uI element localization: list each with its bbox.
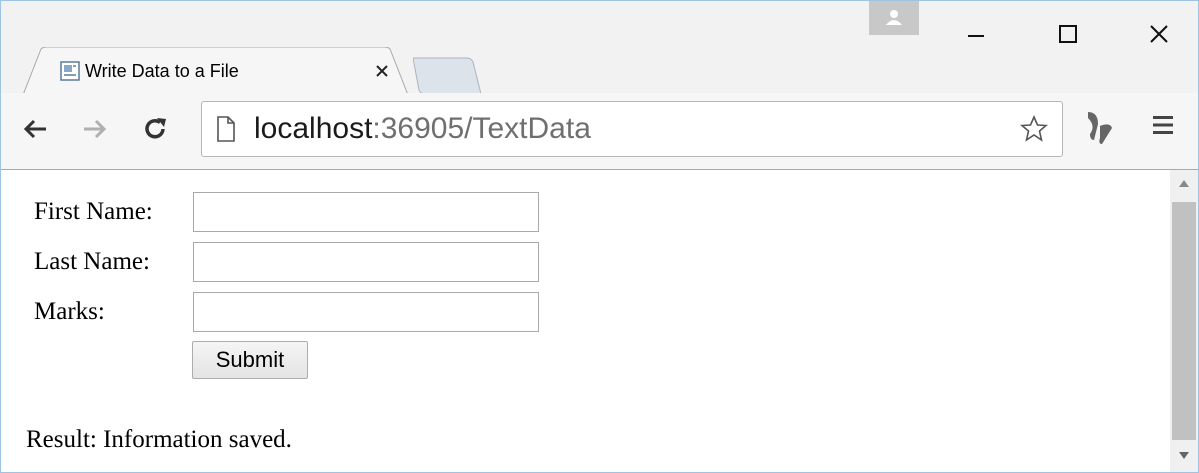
- first-name-label: First Name:: [34, 198, 153, 225]
- new-tab-button[interactable]: [413, 56, 483, 96]
- result-text: Result: Information saved.: [26, 426, 292, 453]
- reload-icon: [145, 118, 166, 139]
- last-name-label: Last Name:: [34, 248, 150, 275]
- maximize-button[interactable]: [1039, 1, 1097, 67]
- extension-icon[interactable]: [1084, 110, 1114, 146]
- scroll-down-icon[interactable]: [1179, 452, 1189, 459]
- url-host: localhost: [254, 112, 373, 145]
- arrow-left-icon: [23, 119, 46, 139]
- maximize-icon: [1059, 25, 1077, 43]
- submit-button[interactable]: Submit: [192, 341, 308, 379]
- address-bar[interactable]: localhost:36905/TextData: [201, 101, 1063, 157]
- scrollbar-thumb[interactable]: [1172, 202, 1196, 440]
- vertical-scrollbar[interactable]: [1170, 170, 1198, 472]
- back-button[interactable]: [15, 109, 55, 149]
- marks-label: Marks:: [34, 298, 105, 325]
- close-window-button[interactable]: [1130, 1, 1188, 67]
- page-icon: [217, 116, 235, 142]
- close-icon[interactable]: [372, 61, 392, 81]
- profile-icon: [886, 10, 902, 25]
- minimize-button[interactable]: [947, 1, 1005, 67]
- page-content: First Name: Last Name: Marks: Submit Res…: [1, 170, 1170, 472]
- tab-write-data[interactable]: Write Data to a File: [23, 47, 408, 95]
- first-name-input[interactable]: [193, 192, 539, 232]
- tab-title: Write Data to a File: [85, 61, 239, 81]
- toolbar: localhost:36905/TextData: [1, 93, 1198, 170]
- url-text: localhost:36905/TextData: [254, 112, 591, 146]
- last-name-input[interactable]: [193, 242, 539, 282]
- arrow-right-icon: [84, 119, 107, 139]
- close-icon: [1150, 25, 1168, 43]
- forward-button[interactable]: [75, 109, 115, 149]
- marks-input[interactable]: [193, 292, 539, 332]
- minimize-icon: [968, 35, 984, 37]
- reload-button[interactable]: [135, 109, 175, 149]
- browser-window: Write Data to a File localhost:36905/Tex…: [0, 0, 1199, 473]
- scroll-up-icon[interactable]: [1179, 180, 1189, 187]
- url-path: :36905/TextData: [372, 112, 591, 145]
- title-bar: Write Data to a File: [1, 1, 1198, 96]
- page-favicon-icon: [60, 61, 80, 81]
- star-icon[interactable]: [1020, 115, 1048, 143]
- hamburger-menu-icon[interactable]: [1152, 114, 1174, 136]
- profile-button[interactable]: [869, 1, 919, 35]
